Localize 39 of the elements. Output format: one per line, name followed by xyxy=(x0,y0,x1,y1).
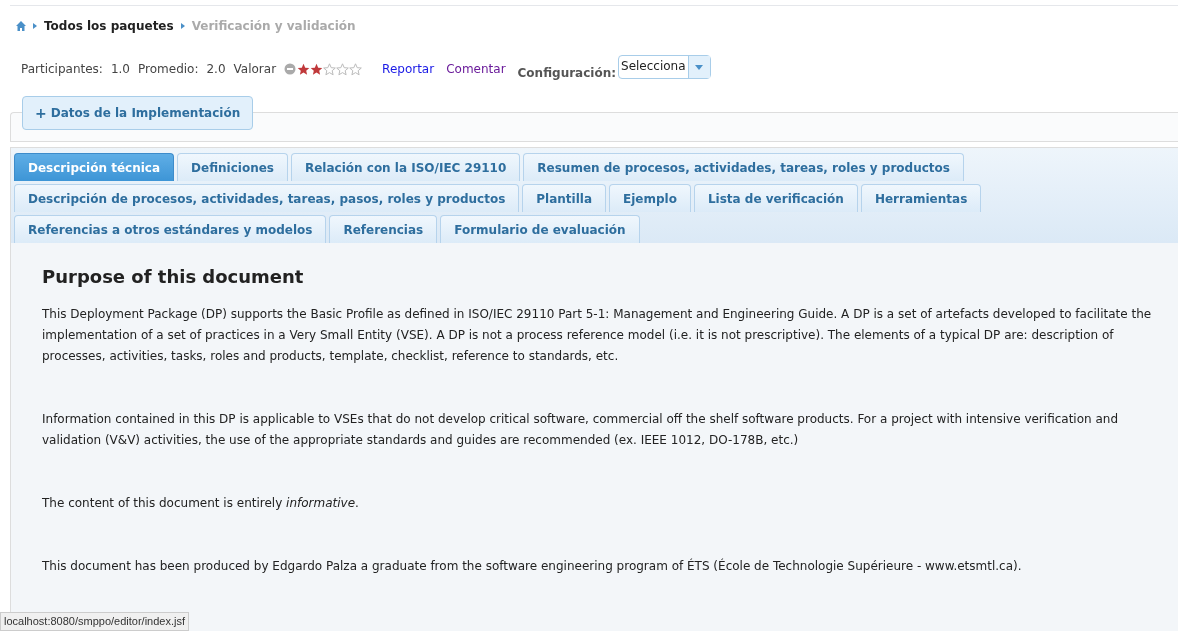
link[interactable]: Comentar xyxy=(446,60,506,78)
count-text: 1.0 xyxy=(110,61,130,78)
tab[interactable]: Ejemplo xyxy=(609,184,691,212)
tab[interactable]: Definiciones xyxy=(177,153,288,181)
implementation-button[interactable]: + Datos de la Implementación xyxy=(22,96,254,130)
label-text: Promedio: xyxy=(138,61,199,78)
count-text: 2.0 xyxy=(206,61,226,78)
tab[interactable]: Descripción de procesos, actividades, tareas, pasos, roles y productos xyxy=(14,184,520,212)
star-icon xyxy=(297,62,311,76)
tab[interactable]: Formulario de evaluación xyxy=(440,215,640,243)
tab[interactable]: Relación con la ISO/IEC 29110 xyxy=(291,153,521,181)
paragraph: The content of this document is entirely informative. xyxy=(42,495,360,512)
star-icon xyxy=(349,62,363,76)
star-icon xyxy=(310,62,324,76)
label-text: Valorar xyxy=(233,61,277,78)
caret-icon xyxy=(32,22,38,30)
label-text: Participantes: xyxy=(21,61,103,78)
star-icon xyxy=(336,62,350,76)
paragraph: This Deployment Package (DP) supports the Basic Profile as defined in ISO/IEC 29110 Part 5-1: Management and Engineering Guide. A DP is a set of artefacts developed to facilitate the implementation of a set of practices in a Very Small Entity (VSE). A DP is not a process reference model (i.e. it is not prescriptive). The elements of a typical DP are: description of processes, activities, tasks, roles and products, template, checklist, reference to standards, etc. xyxy=(42,306,1153,365)
content-heading: Purpose of this document xyxy=(42,265,305,289)
paragraph: Information contained in this DP is applicable to VSEs that do not develop critical software, commercial off the shelf software products. For a project with intensive verification and validation (V&V) activities, the use of the appropriate standards and guides are recommended (ex. IEEE 1012, DO-178B, etc.) xyxy=(42,411,1120,449)
tab[interactable]: Referencias a otros estándares y modelos xyxy=(14,215,327,243)
home-icon[interactable] xyxy=(16,21,26,31)
link[interactable]: Reportar xyxy=(382,60,435,78)
label-text: Configuración: xyxy=(517,65,616,82)
tab[interactable]: Herramientas xyxy=(860,184,982,212)
breadcrumb-link[interactable]: Todos los paquetes xyxy=(44,17,174,35)
cancel-icon[interactable] xyxy=(284,63,297,75)
tab[interactable]: Referencias xyxy=(329,215,438,243)
tab[interactable]: Lista de verificación xyxy=(693,184,858,212)
tab[interactable]: Resumen de procesos, actividades, tareas, roles y productos xyxy=(523,153,964,181)
tab[interactable]: Descripción técnica xyxy=(14,153,175,181)
status-url: localhost:8080/smppo/editor/index.jsf xyxy=(0,612,189,631)
tab[interactable]: Plantilla xyxy=(522,184,607,212)
dropdown-icon xyxy=(695,64,704,70)
paragraph: This document has been produced by Edgardo Palza a graduate from the software engineering program of ÉTS (École de Technologie Supérieure - www.etsmtl.ca). xyxy=(42,557,1023,575)
select-field[interactable]: Selecciona xyxy=(618,55,711,79)
caret-icon xyxy=(179,22,186,30)
star-icon xyxy=(323,62,337,76)
